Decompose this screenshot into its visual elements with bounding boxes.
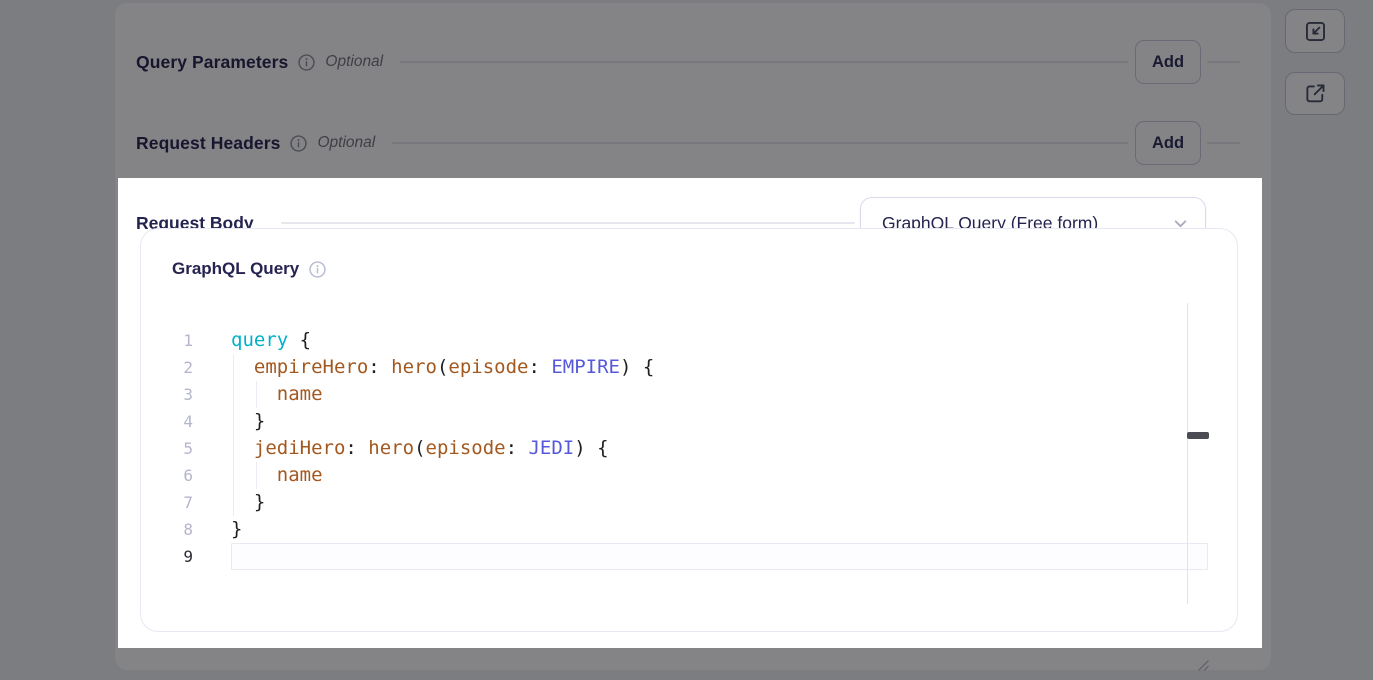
line-number: 1 [141,327,193,354]
open-external-button[interactable] [1285,72,1345,115]
query-parameters-section: Query Parameters Optional Add [136,40,1240,84]
indent-guide [233,462,234,489]
code-line[interactable] [231,543,1208,570]
request-body-panel: Request Body GraphQL Query (Free form) G… [118,178,1262,648]
code-line[interactable]: } [231,489,1208,516]
line-number: 2 [141,354,193,381]
code-line[interactable]: empireHero: hero(episode: EMPIRE) { [231,354,1208,381]
section-divider [392,142,1128,144]
editor-split-line [1187,303,1188,604]
graphql-query-header: GraphQL Query [172,259,326,279]
editor-gutter: 123456789 [141,327,193,570]
section-divider-end [1207,142,1240,144]
section-divider [281,222,855,224]
query-parameters-label: Query Parameters [136,52,288,73]
code-line[interactable]: query { [231,327,1208,354]
optional-badge: Optional [317,134,375,152]
optional-badge: Optional [325,53,383,71]
code-line[interactable]: } [231,408,1208,435]
info-icon[interactable] [290,135,307,152]
request-headers-label: Request Headers [136,133,280,154]
page-background: Query Parameters Optional Add Request He… [0,0,1373,680]
info-icon[interactable] [298,54,315,71]
external-link-icon [1303,81,1328,106]
indent-guide [256,462,257,489]
indent-guide [233,408,234,435]
indent-guide [256,381,257,408]
split-drag-handle[interactable] [1187,432,1209,439]
code-editor[interactable]: 123456789 query { empireHero: hero(episo… [141,303,1237,604]
indent-guide [233,435,234,462]
code-line[interactable]: name [231,462,1208,489]
graphql-query-card: GraphQL Query 123456789 query { empireHe… [140,228,1238,632]
line-number: 5 [141,435,193,462]
line-number: 7 [141,489,193,516]
editor-code[interactable]: query { empireHero: hero(episode: EMPIRE… [231,327,1208,570]
indent-guide [233,489,234,516]
graphql-query-label: GraphQL Query [172,259,299,279]
line-number: 3 [141,381,193,408]
info-icon[interactable] [309,261,326,278]
code-line[interactable]: name [231,381,1208,408]
resize-grip-icon[interactable] [1195,657,1211,673]
request-headers-section: Request Headers Optional Add [136,121,1240,165]
line-number: 6 [141,462,193,489]
inline-edit-button[interactable] [1285,9,1345,53]
line-number: 9 [141,543,193,570]
add-request-header-button[interactable]: Add [1135,121,1201,165]
section-divider-end [1207,61,1240,63]
import-arrow-icon [1303,19,1328,44]
line-number: 4 [141,408,193,435]
indent-guide [233,381,234,408]
add-query-parameter-button[interactable]: Add [1135,40,1201,84]
indent-guide [233,354,234,381]
code-line[interactable]: } [231,516,1208,543]
line-number: 8 [141,516,193,543]
section-divider [400,61,1128,63]
code-line[interactable]: jediHero: hero(episode: JEDI) { [231,435,1208,462]
